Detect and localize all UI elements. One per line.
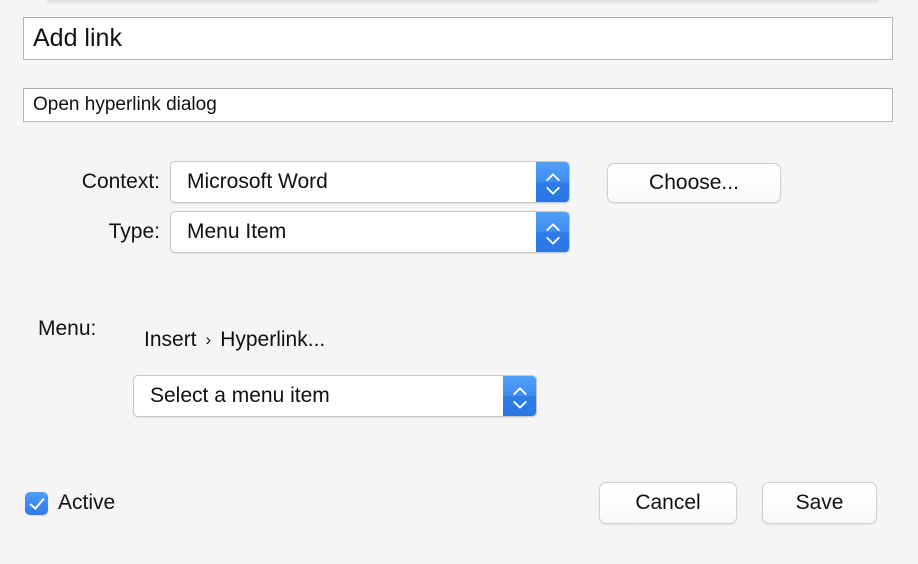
type-select-stepper[interactable] — [536, 212, 569, 252]
menu-breadcrumb: Insert › Hyperlink... — [144, 328, 325, 352]
menu-item-select-stepper[interactable] — [503, 376, 536, 416]
menu-item-select[interactable]: Select a menu item — [133, 375, 537, 417]
chevron-down-icon — [514, 398, 527, 405]
chevron-up-icon — [514, 388, 527, 395]
choose-button[interactable]: Choose... — [607, 163, 781, 203]
menu-label: Menu: — [38, 317, 97, 340]
clipped-top-bar — [47, 0, 879, 4]
cancel-button[interactable]: Cancel — [599, 482, 737, 524]
chevron-up-icon — [547, 174, 560, 181]
description-input[interactable] — [23, 88, 893, 122]
active-checkbox-row[interactable]: Active — [25, 491, 115, 515]
type-label: Type: — [108, 220, 160, 243]
save-button[interactable]: Save — [762, 482, 877, 524]
active-label: Active — [58, 491, 116, 514]
menu-item-select-value: Select a menu item — [150, 384, 330, 407]
chevron-up-icon — [547, 224, 560, 231]
breadcrumb-separator-icon: › — [205, 330, 212, 349]
title-input[interactable] — [23, 17, 893, 60]
breadcrumb-item-menu: Insert — [144, 328, 197, 351]
context-select-stepper[interactable] — [536, 162, 569, 202]
chevron-down-icon — [547, 184, 560, 191]
type-select-value: Menu Item — [187, 220, 287, 243]
breadcrumb-item-command: Hyperlink... — [220, 328, 326, 351]
active-checkbox[interactable] — [25, 491, 48, 515]
chevron-down-icon — [547, 234, 560, 241]
context-select-value: Microsoft Word — [187, 170, 328, 193]
context-select[interactable]: Microsoft Word — [170, 161, 570, 203]
type-select[interactable]: Menu Item — [170, 211, 570, 253]
context-label: Context: — [81, 170, 160, 193]
